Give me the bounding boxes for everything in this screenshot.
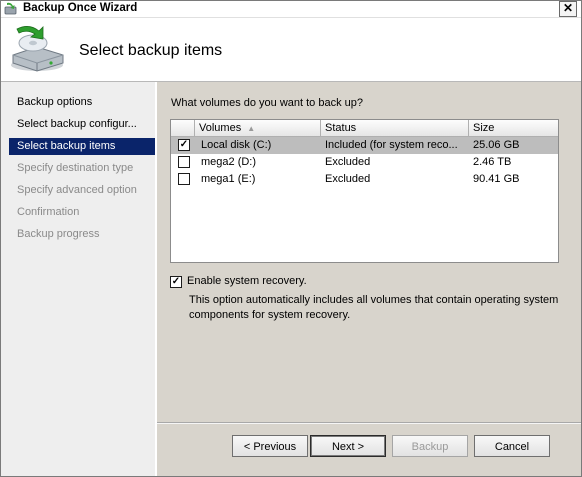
- next-button[interactable]: Next >: [310, 435, 386, 457]
- column-header-volumes[interactable]: Volumes ▲: [195, 120, 321, 136]
- volume-name: mega2 (D:): [201, 156, 257, 168]
- volume-size: 25.06 GB: [473, 139, 520, 151]
- nav-step-specify-destination-type: Specify destination type: [17, 162, 134, 174]
- close-icon: ✕: [562, 1, 574, 15]
- volume-size: 2.46 TB: [473, 156, 512, 168]
- table-row[interactable]: mega2 (D:) Excluded 2.46 TB: [171, 154, 558, 171]
- sort-ascending-icon: ▲: [247, 124, 256, 133]
- system-recovery-description: This option automatically includes all v…: [189, 294, 559, 321]
- volume-status: Excluded: [325, 156, 371, 168]
- window-title: Backup Once Wizard: [23, 2, 138, 14]
- wizard-steps-nav: Backup options Select backup configur...…: [1, 82, 155, 476]
- wizard-header: Select backup items: [1, 18, 581, 82]
- volume-status: Included (for system reco...: [325, 139, 458, 151]
- nav-step-backup-options[interactable]: Backup options: [9, 94, 149, 111]
- cancel-button[interactable]: Cancel: [474, 435, 550, 457]
- nav-step-backup-progress: Backup progress: [17, 228, 100, 240]
- column-header-status[interactable]: Status: [321, 120, 469, 136]
- volumes-question: What volumes do you want to back up?: [171, 97, 363, 109]
- nav-step-select-backup-items[interactable]: Select backup items: [9, 138, 155, 155]
- system-recovery-checkbox[interactable]: ✓: [170, 276, 182, 288]
- backup-button: Backup: [392, 435, 468, 457]
- row-checkbox[interactable]: [178, 156, 190, 168]
- page-title: Select backup items: [79, 42, 223, 59]
- row-checkbox[interactable]: [178, 173, 190, 185]
- close-button[interactable]: ✕: [559, 1, 577, 17]
- wizard-window: Backup Once Wizard ✕ Select backup items…: [0, 0, 582, 477]
- volumes-list-header: Volumes ▲ Status Size: [171, 120, 558, 137]
- nav-step-specify-advanced-option: Specify advanced option: [17, 184, 137, 196]
- backup-disk-icon: [11, 26, 64, 72]
- wizard-main-panel: What volumes do you want to back up? Vol…: [157, 82, 581, 476]
- previous-button[interactable]: < Previous: [232, 435, 308, 457]
- volumes-list[interactable]: Volumes ▲ Status Size ✓ Local disk (C:) I…: [170, 119, 559, 263]
- volume-size: 90.41 GB: [473, 173, 520, 185]
- nav-step-confirmation: Confirmation: [17, 206, 80, 218]
- row-checkbox[interactable]: ✓: [178, 139, 190, 151]
- column-header-checkbox: [171, 120, 195, 136]
- column-header-size[interactable]: Size: [469, 120, 558, 136]
- volume-name: mega1 (E:): [201, 173, 256, 185]
- volume-name: Local disk (C:): [201, 139, 272, 151]
- title-bar: Backup Once Wizard ✕: [1, 1, 581, 18]
- table-row[interactable]: mega1 (E:) Excluded 90.41 GB: [171, 171, 558, 188]
- system-recovery-label[interactable]: Enable system recovery.: [187, 275, 307, 287]
- backup-app-icon: [4, 2, 17, 15]
- button-divider: [157, 422, 581, 424]
- table-row[interactable]: ✓ Local disk (C:) Included (for system r…: [171, 137, 558, 154]
- nav-step-select-backup-configuration[interactable]: Select backup configur...: [9, 116, 149, 133]
- volume-status: Excluded: [325, 173, 371, 185]
